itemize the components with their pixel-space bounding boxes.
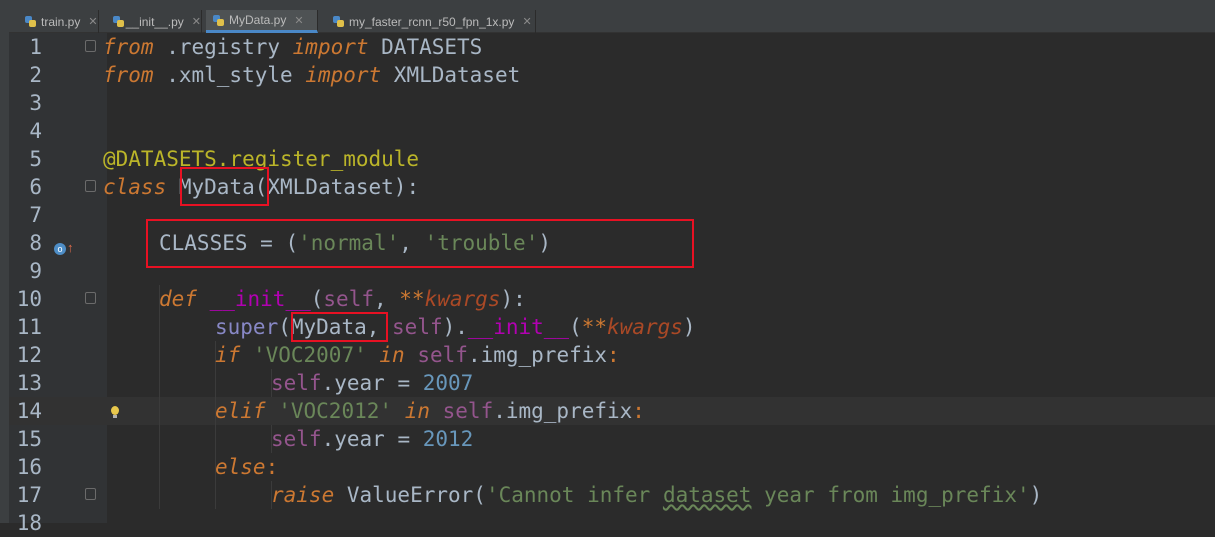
fold-marker-icon[interactable] [85,180,96,192]
line-number: 10 [16,287,42,311]
python-file-icon [112,15,124,28]
line-number: 16 [16,455,42,479]
tab-label: MyData.py [229,13,287,27]
close-icon[interactable]: ✕ [88,15,97,28]
code-line-1: from .registry import DATASETS [103,35,483,59]
highlight-box-super-arg [291,312,388,342]
line-number: 12 [16,343,42,367]
line-number: 2 [29,63,42,87]
highlight-box-class-name [180,167,269,206]
line-number: 8 [29,231,42,255]
tab-config[interactable]: my_faster_rcnn_r50_fpn_1x.py ✕ [326,10,536,33]
line-number: 9 [29,259,42,283]
fold-marker-icon[interactable] [85,488,96,500]
tab-train[interactable]: train.py ✕ [18,10,99,33]
line-number: 15 [16,427,42,451]
line-number: 5 [29,147,42,171]
python-file-icon [212,14,225,27]
code-line-2: from .xml_style import XMLDataset [103,63,521,87]
tab-mydata[interactable]: MyData.py ✕ [206,10,318,33]
line-number: 18 [16,511,42,535]
line-number: 3 [29,91,42,115]
line-number: 7 [29,203,42,227]
fold-marker-icon[interactable] [85,40,96,52]
line-number: 4 [29,119,42,143]
fold-marker-icon[interactable] [85,292,96,304]
code-line-16: else: [215,455,279,479]
highlight-box-classes [146,219,694,268]
line-number: 1 [29,35,42,59]
line-number: 13 [16,371,42,395]
code-line-12: if 'VOC2007' in self.img_prefix: [215,343,620,367]
left-tool-strip [0,0,9,523]
code-line-17: raise ValueError('Cannot infer dataset y… [271,483,1043,507]
line-number: 6 [29,175,42,199]
code-line-11: super(MyData, self).__init__(**kwargs) [215,315,696,339]
python-file-icon [332,15,345,28]
tab-label: __init__.py [125,14,184,29]
close-icon[interactable]: ✕ [522,15,531,28]
python-file-icon [24,15,37,28]
line-number: 14 [16,399,42,423]
code-line-15: self.year = 2012 [271,427,474,451]
code-line-14: elif 'VOC2012' in self.img_prefix: [215,399,645,423]
override-marker-icon[interactable]: o ↑ [54,241,74,257]
code-editor[interactable]: 1 2 3 4 5 6 7 8 9 10 11 12 13 14 15 16 1… [9,33,1215,535]
tab-label: train.py [41,14,81,29]
close-icon[interactable]: ✕ [294,14,303,27]
close-icon[interactable]: ✕ [192,15,201,28]
editor-tab-bar: train.py ✕ __init__.py ✕ MyData.py ✕ my_… [0,0,1215,33]
line-number: 17 [16,483,42,507]
line-number: 11 [16,315,42,339]
lightbulb-icon[interactable] [109,406,121,420]
code-line-13: self.year = 2007 [271,371,474,395]
indent-guide [159,285,160,509]
tab-label: my_faster_rcnn_r50_fpn_1x.py [349,14,515,29]
tab-init[interactable]: __init__.py ✕ [106,10,202,33]
code-line-10: def __init__(self, **kwargs): [159,287,526,311]
